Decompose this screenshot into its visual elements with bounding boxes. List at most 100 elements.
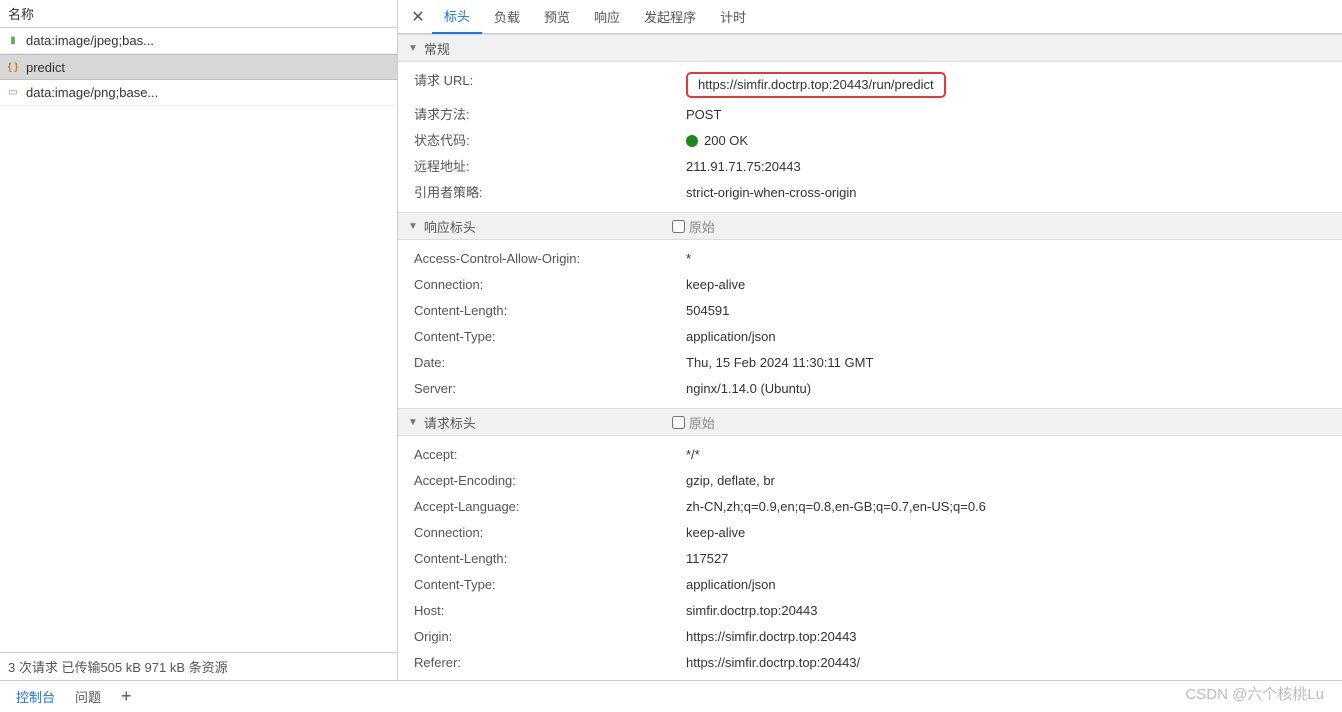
request-details-pane: ✕ 标头 负载 预览 响应 发起程序 计时 ▼ 常规 请求 URL: https… [398, 0, 1342, 680]
header-row: Connection:keep-alive [398, 520, 1342, 546]
section-response-headers[interactable]: ▼ 响应标头 原始 [398, 212, 1342, 240]
row-value: nginx/1.14.0 (Ubuntu) [686, 380, 1326, 398]
row-key: Server: [414, 380, 686, 398]
row-value: zh-CN,zh;q=0.9,en;q=0.8,en-GB;q=0.7,en-U… [686, 498, 1326, 516]
raw-checkbox[interactable] [672, 416, 685, 429]
raw-label: 原始 [689, 413, 715, 432]
row-key: Host: [414, 602, 686, 620]
row-value: https://simfir.doctrp.top:20443 [686, 628, 1326, 646]
request-label: data:image/jpeg;bas... [26, 33, 154, 48]
row-value: 211.91.71.75:20443 [686, 158, 1326, 176]
section-title: 响应标头 [424, 217, 476, 236]
tab-issues[interactable]: 问题 [75, 687, 101, 706]
row-key: Access-Control-Allow-Origin: [414, 250, 686, 268]
section-title: 请求标头 [424, 413, 476, 432]
row-value: keep-alive [686, 524, 1326, 542]
tab-response[interactable]: 响应 [582, 0, 632, 34]
request-label: predict [26, 60, 65, 75]
header-row: Content-Type:application/json [398, 572, 1342, 598]
row-key: Referer: [414, 654, 686, 672]
row-value: 200 OK [704, 132, 748, 150]
raw-toggle[interactable]: 原始 [672, 413, 715, 432]
row-value: 504591 [686, 302, 1326, 320]
drawer-tab-bar: 控制台 问题 + [0, 680, 1342, 712]
row-request-url: 请求 URL: https://simfir.doctrp.top:20443/… [398, 68, 1342, 102]
row-value: application/json [686, 576, 1326, 594]
row-value: https://simfir.doctrp.top:20443/ [686, 654, 1326, 672]
request-item-selected[interactable]: { } predict [0, 54, 397, 80]
triangle-down-icon: ▼ [408, 43, 418, 54]
headers-detail-scroll[interactable]: ▼ 常规 请求 URL: https://simfir.doctrp.top:2… [398, 34, 1342, 680]
network-request-list: 名称 ▮ data:image/jpeg;bas... { } predict … [0, 0, 398, 680]
header-row: Connection:keep-alive [398, 272, 1342, 298]
section-title: 常规 [424, 39, 450, 58]
row-remote-address: 远程地址: 211.91.71.75:20443 [398, 154, 1342, 180]
request-item[interactable]: ▭ data:image/png;base... [0, 80, 397, 106]
tab-preview[interactable]: 预览 [532, 0, 582, 34]
tab-timing[interactable]: 计时 [708, 0, 758, 34]
tab-payload[interactable]: 负载 [482, 0, 532, 34]
section-request-headers[interactable]: ▼ 请求标头 原始 [398, 408, 1342, 436]
row-key: Content-Length: [414, 550, 686, 568]
row-value: 117527 [686, 550, 1326, 568]
row-key: Content-Type: [414, 328, 686, 346]
header-row: Accept-Encoding:gzip, deflate, br [398, 468, 1342, 494]
header-row: Referer:https://simfir.doctrp.top:20443/ [398, 650, 1342, 676]
header-row: Date:Thu, 15 Feb 2024 11:30:11 GMT [398, 350, 1342, 376]
image-icon: ▮ [6, 34, 20, 48]
header-row: Accept-Language:zh-CN,zh;q=0.9,en;q=0.8,… [398, 494, 1342, 520]
general-rows: 请求 URL: https://simfir.doctrp.top:20443/… [398, 62, 1342, 212]
list-footer-summary: 3 次请求 已传输505 kB 971 kB 条资源 [0, 652, 397, 680]
row-key: Origin: [414, 628, 686, 646]
header-row: Origin:https://simfir.doctrp.top:20443 [398, 624, 1342, 650]
details-tab-bar: ✕ 标头 负载 预览 响应 发起程序 计时 [398, 0, 1342, 34]
row-key: Connection: [414, 276, 686, 294]
request-url-value[interactable]: https://simfir.doctrp.top:20443/run/pred… [686, 72, 946, 98]
header-row: Content-Type:application/json [398, 324, 1342, 350]
row-value: application/json [686, 328, 1326, 346]
row-key: 请求方法: [414, 106, 686, 124]
image-icon: ▭ [6, 86, 20, 100]
request-item[interactable]: ▮ data:image/jpeg;bas... [0, 28, 397, 54]
header-row: Host:simfir.doctrp.top:20443 [398, 598, 1342, 624]
raw-checkbox[interactable] [672, 220, 685, 233]
tab-console[interactable]: 控制台 [16, 687, 55, 706]
row-status-code: 状态代码: 200 OK [398, 128, 1342, 154]
row-request-method: 请求方法: POST [398, 102, 1342, 128]
section-general[interactable]: ▼ 常规 [398, 34, 1342, 62]
header-row: Server:nginx/1.14.0 (Ubuntu) [398, 376, 1342, 402]
close-icon[interactable]: ✕ [404, 3, 432, 31]
raw-toggle[interactable]: 原始 [672, 217, 715, 236]
row-value: Thu, 15 Feb 2024 11:30:11 GMT [686, 354, 1326, 372]
row-value: keep-alive [686, 276, 1326, 294]
row-key: 远程地址: [414, 158, 686, 176]
row-key: Content-Length: [414, 302, 686, 320]
header-row: Access-Control-Allow-Origin:* [398, 246, 1342, 272]
row-key: Accept-Encoding: [414, 472, 686, 490]
list-header-name[interactable]: 名称 [0, 0, 397, 28]
row-value: */* [686, 446, 1326, 464]
fetch-icon: { } [6, 60, 20, 74]
row-key: 引用者策略: [414, 184, 686, 202]
add-tab-icon[interactable]: + [121, 686, 132, 707]
row-value: strict-origin-when-cross-origin [686, 184, 1326, 202]
status-dot-icon [686, 135, 698, 147]
header-row: Content-Length:504591 [398, 298, 1342, 324]
tab-initiator[interactable]: 发起程序 [632, 0, 708, 34]
row-key: Content-Type: [414, 576, 686, 594]
row-key: Date: [414, 354, 686, 372]
triangle-down-icon: ▼ [408, 221, 418, 232]
header-row: Accept:*/* [398, 442, 1342, 468]
request-list: ▮ data:image/jpeg;bas... { } predict ▭ d… [0, 28, 397, 652]
tab-headers[interactable]: 标头 [432, 0, 482, 34]
row-key: Connection: [414, 524, 686, 542]
request-header-rows: Accept:*/*Accept-Encoding:gzip, deflate,… [398, 436, 1342, 680]
row-key: Accept: [414, 446, 686, 464]
row-value: POST [686, 106, 1326, 124]
raw-label: 原始 [689, 217, 715, 236]
row-key: 请求 URL: [414, 72, 686, 98]
request-label: data:image/png;base... [26, 85, 158, 100]
row-referrer-policy: 引用者策略: strict-origin-when-cross-origin [398, 180, 1342, 206]
row-value: * [686, 250, 1326, 268]
triangle-down-icon: ▼ [408, 417, 418, 428]
